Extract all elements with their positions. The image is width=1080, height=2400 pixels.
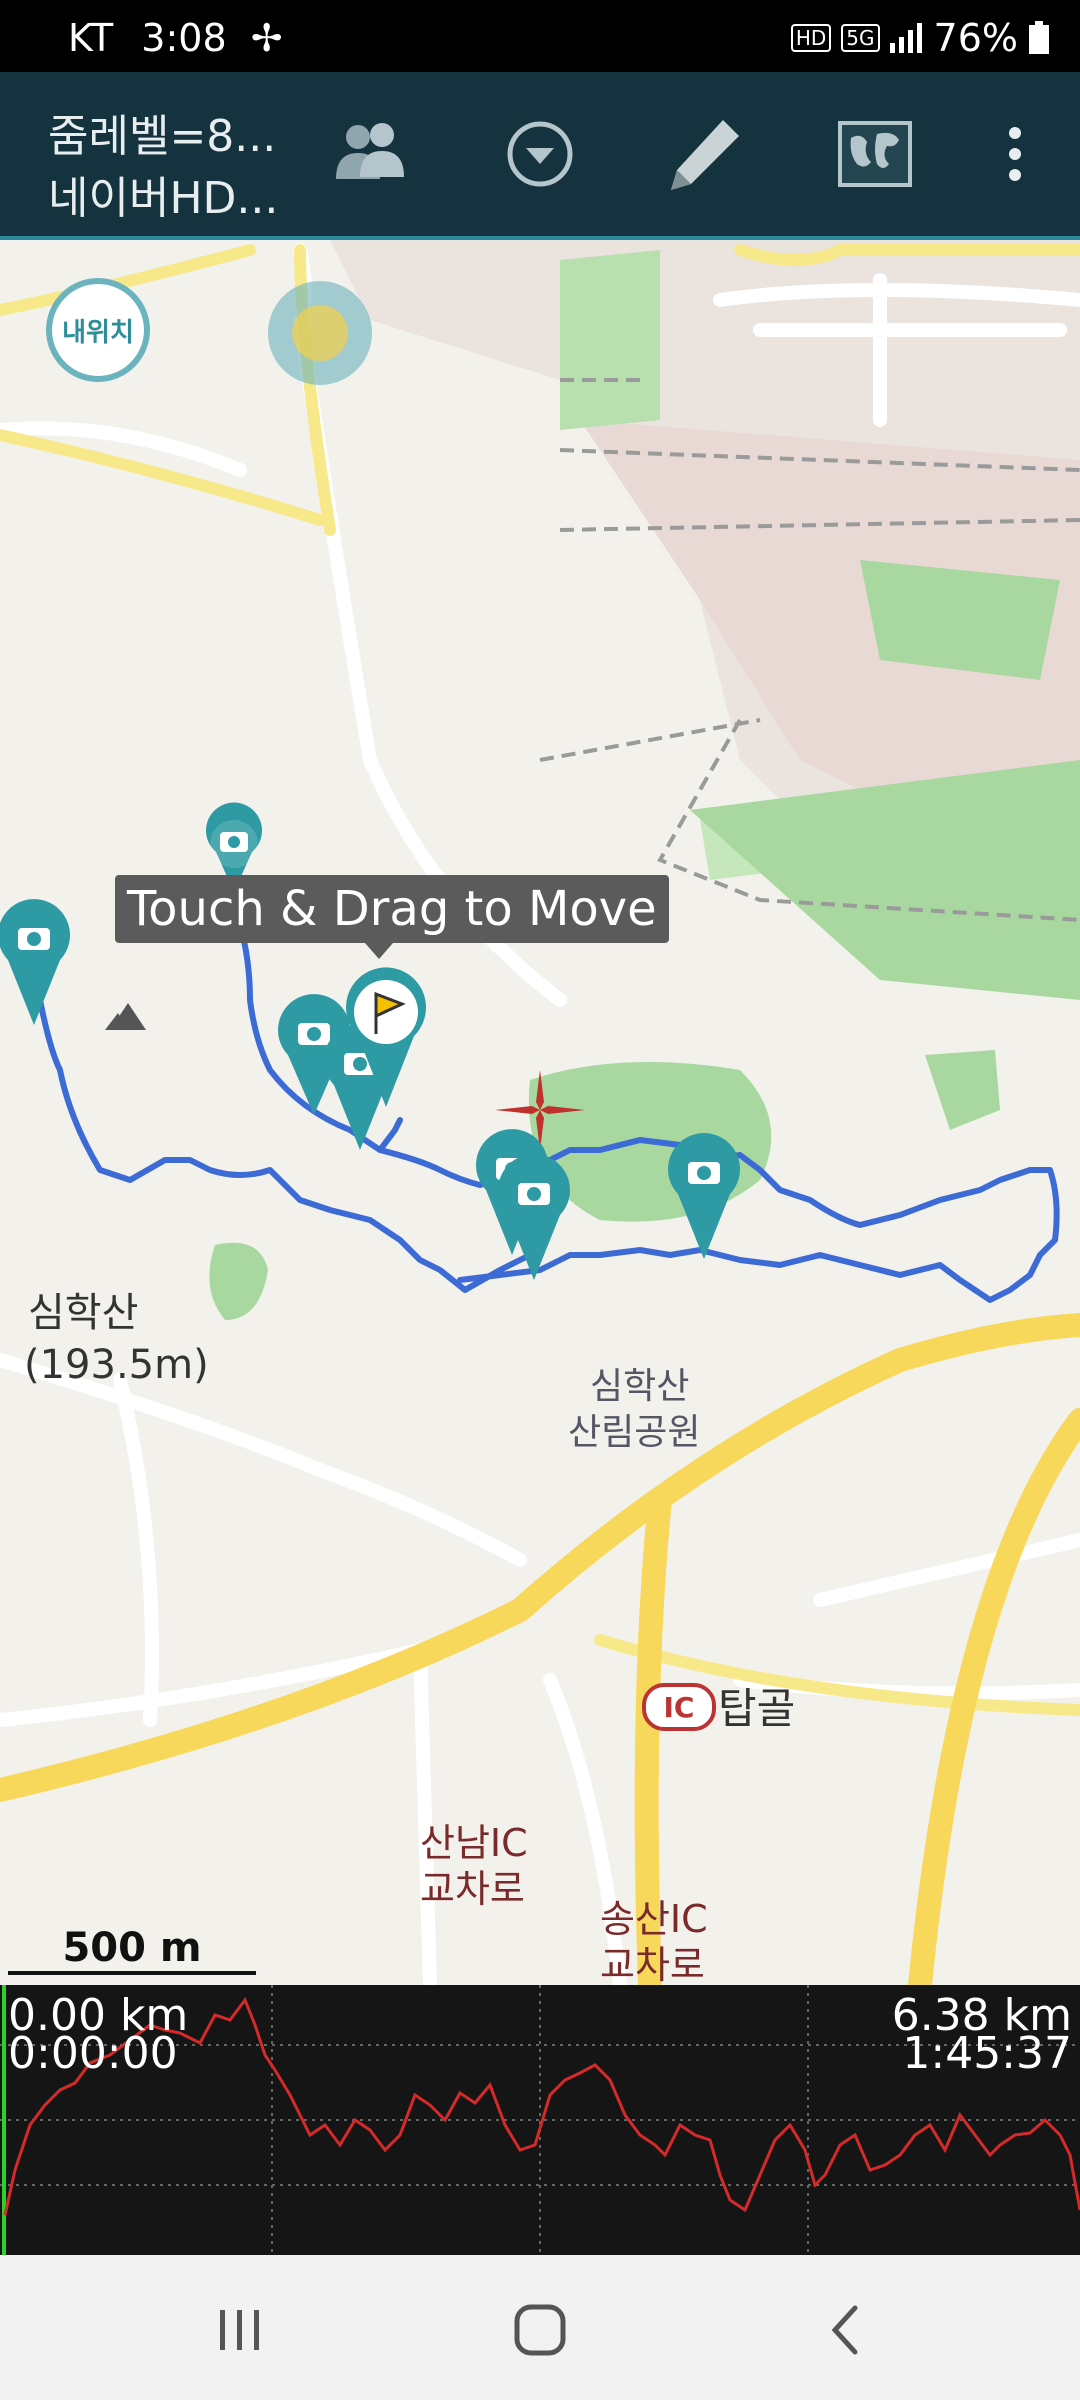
- dropdown-circle-icon[interactable]: [500, 114, 580, 194]
- mountain-elevation-label: (193.5m): [24, 1342, 209, 1388]
- mountain-name-label: 심학산: [28, 1290, 139, 1336]
- ic-badge: IC: [642, 1683, 716, 1731]
- pencil-icon[interactable]: [665, 114, 745, 194]
- signal-icon: [889, 23, 922, 53]
- songsan-ic-label-line1: 송산IC: [600, 1897, 708, 1941]
- start-time: 0:00:00: [8, 2028, 178, 2079]
- system-nav-bar: [0, 2255, 1080, 2400]
- clock-time: 3:08: [141, 16, 227, 60]
- battery-icon: [1029, 21, 1049, 54]
- my-location-button[interactable]: 내위치: [46, 278, 150, 382]
- app-toolbar: 줌레벨=8... 네이버HD...: [0, 72, 1080, 240]
- back-icon[interactable]: [805, 2295, 885, 2365]
- map-source-title[interactable]: 네이버HD...: [48, 162, 278, 226]
- people-icon[interactable]: [330, 114, 410, 194]
- map-scale: 500 m: [8, 1925, 256, 1975]
- park-label-line1: 심학산: [590, 1366, 690, 1407]
- drag-tooltip: Touch & Drag to Move: [115, 875, 669, 959]
- photo-pin: [0, 899, 70, 1025]
- status-left: KT 3:08 ✢: [68, 16, 283, 60]
- elevation-profile[interactable]: 0.00 km 0:00:00 6.38 km 1:45:37: [0, 1985, 1080, 2255]
- battery-percent: 76%: [933, 16, 1018, 60]
- pinwheel-icon: ✢: [250, 16, 283, 60]
- network-type-icon: 5G: [841, 24, 880, 52]
- tapgol-label: 탑골: [718, 1684, 796, 1733]
- status-right: HD 5G 76%: [790, 16, 1050, 60]
- scale-label: 500 m: [62, 1925, 202, 1971]
- end-time: 1:45:37: [902, 2028, 1072, 2079]
- map-icon[interactable]: [835, 114, 915, 194]
- park-label-line2: 산림공원: [568, 1412, 701, 1453]
- map-canvas: [0, 240, 1080, 1985]
- status-bar: KT 3:08 ✢ HD 5G 76%: [0, 0, 1080, 72]
- sannam-ic-label-line2: 교차로: [420, 1867, 525, 1911]
- map-view[interactable]: 내위치 심학산 (193.5m) 심학산 산림공원 IC 탑골 산남IC 교차로…: [0, 240, 1080, 1985]
- carrier-label: KT: [68, 16, 114, 60]
- zoom-level-title[interactable]: 줌레벨=8...: [48, 100, 276, 164]
- home-icon[interactable]: [500, 2295, 580, 2365]
- hd-voice-badge: HD: [790, 24, 832, 52]
- scale-bar: [8, 1971, 256, 1975]
- more-vert-icon[interactable]: [975, 114, 1055, 194]
- songsan-ic-label-line2: 교차로: [600, 1943, 705, 1985]
- sannam-ic-label-line1: 산남IC: [420, 1821, 528, 1865]
- recents-icon[interactable]: [200, 2295, 280, 2365]
